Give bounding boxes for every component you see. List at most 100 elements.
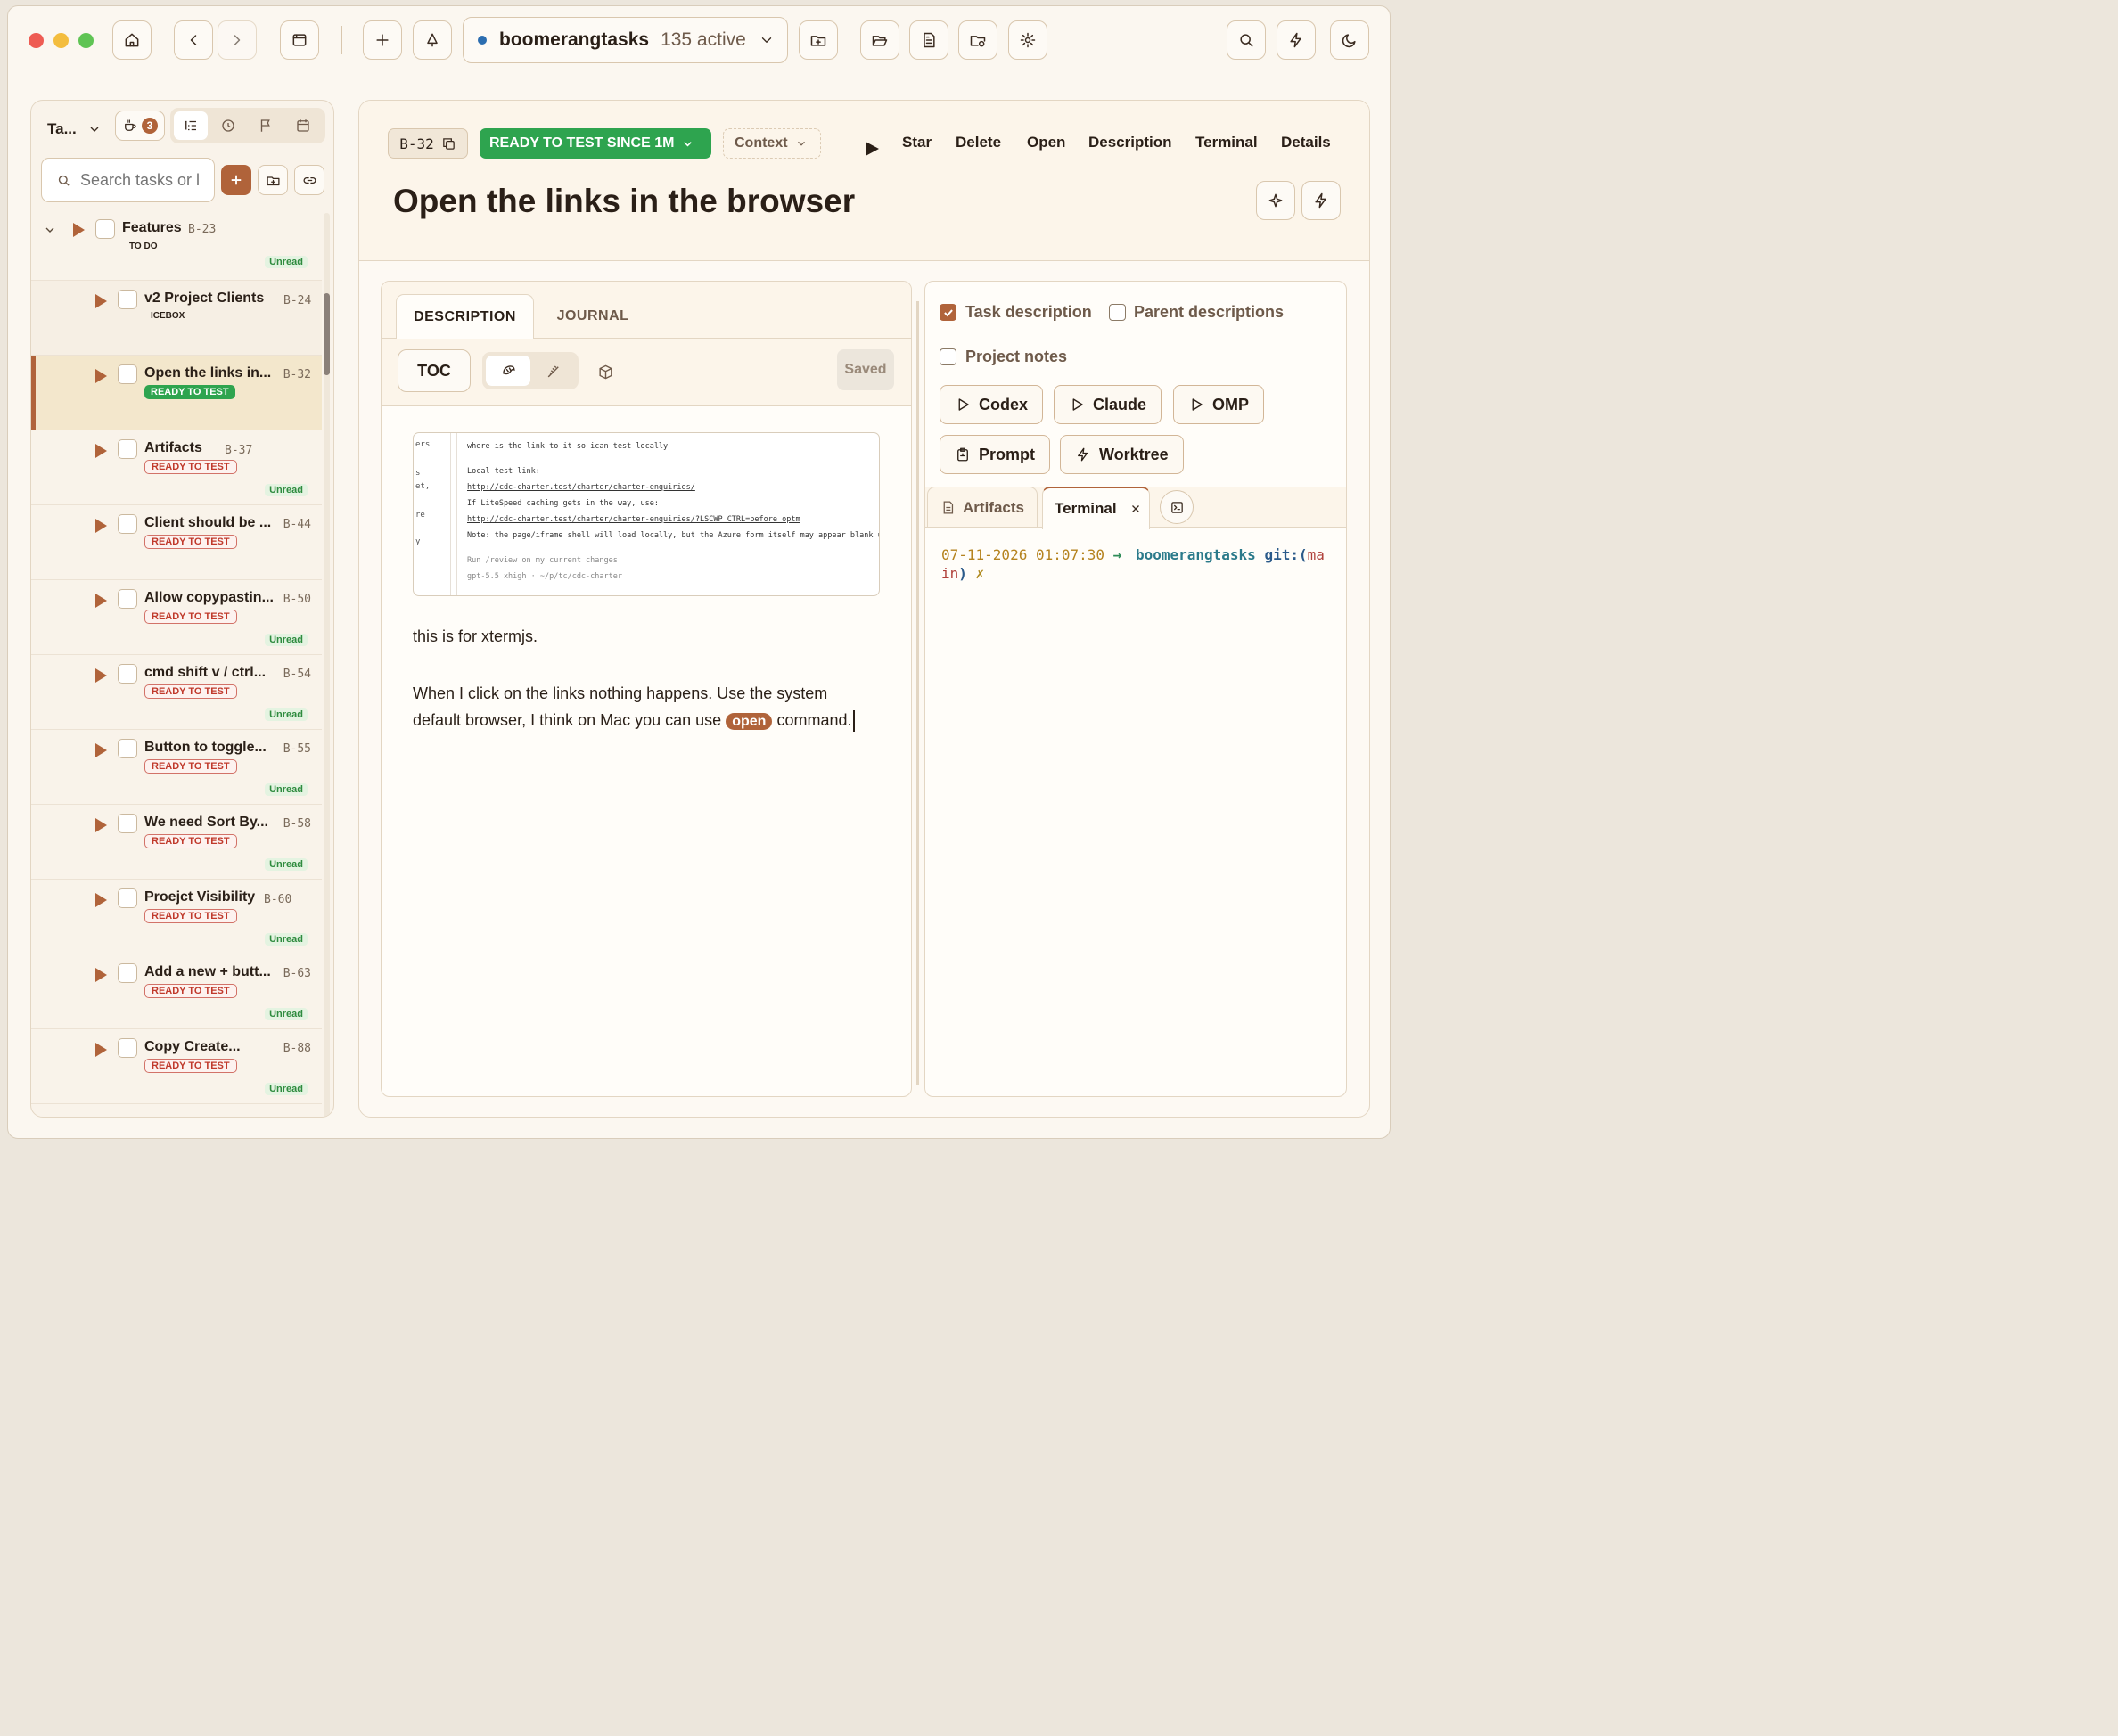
task-row[interactable]: Proejct Visibility B-60 READY TO TEST Un… [31,880,322,954]
tab-artifacts[interactable]: Artifacts [927,487,1038,528]
play-icon[interactable] [95,519,107,533]
panel-resize-handle[interactable] [916,301,919,1085]
tab-terminal[interactable]: Terminal [1042,487,1150,529]
task-checkbox[interactable] [118,364,137,384]
task-checkbox[interactable] [118,1038,137,1058]
minimize-window-button[interactable] [53,33,69,48]
play-icon[interactable] [95,1043,107,1057]
tab-journal[interactable]: JOURNAL [544,294,642,339]
home-button[interactable] [112,20,152,60]
search-input[interactable] [80,170,214,190]
task-checkbox[interactable] [95,219,115,239]
copy-icon[interactable] [441,136,456,151]
calendar-view-tab[interactable] [286,111,320,140]
task-checkbox[interactable] [118,664,137,684]
codex-button[interactable]: Codex [940,385,1044,424]
new-terminal-button[interactable] [1160,490,1194,524]
task-row[interactable]: v2 Project Clients B-24 ICEBOX [31,281,322,356]
play-icon[interactable] [95,369,107,383]
task-checkbox[interactable] [118,514,137,534]
description-paragraph-1[interactable]: this is for xtermjs. [413,627,538,646]
coffee-queue-button[interactable]: 3 [115,111,165,141]
task-checkbox[interactable] [118,888,137,908]
raw-mode-tab[interactable] [532,356,575,386]
status-dropdown[interactable]: READY TO TEST SINCE 1M [480,128,711,159]
toc-button[interactable]: TOC [398,349,471,392]
package-button[interactable] [594,360,617,383]
run-button[interactable] [866,142,879,156]
task-checkbox[interactable] [118,439,137,459]
play-icon[interactable] [95,968,107,982]
task-row[interactable]: Artifacts B-37 READY TO TEST Unread [31,430,322,505]
task-code-chip[interactable]: B-32 [388,128,468,159]
description-paragraph-2[interactable]: When I click on the links nothing happen… [413,680,876,735]
task-row[interactable]: Client should be ... B-44 READY TO TEST [31,505,322,580]
play-icon[interactable] [95,594,107,608]
project-switcher[interactable]: boomerangtasks 135 active [463,17,788,63]
task-row[interactable]: Allow copypastin... B-50 READY TO TEST U… [31,580,322,655]
play-icon[interactable] [95,444,107,458]
rich-mode-tab[interactable] [486,356,530,386]
task-checkbox[interactable] [118,589,137,609]
add-task-button[interactable] [363,20,402,60]
ai-sparkle-button[interactable] [1256,181,1295,220]
view-selector[interactable]: Ta... [47,114,102,144]
prompt-button[interactable]: Prompt [940,435,1050,474]
play-icon[interactable] [95,743,107,757]
terminal-output[interactable]: 07-11-2026 01:07:30 → boomerangtasks git… [941,545,1334,583]
task-checkbox[interactable] [118,290,137,309]
sidebar-scrollbar-thumb[interactable] [324,293,330,375]
sidebar-scrollbar[interactable] [324,213,330,1117]
tree-view-tab[interactable] [174,111,208,140]
document-button[interactable] [909,20,948,60]
details-button[interactable]: Details [1281,134,1331,151]
tab-description[interactable]: DESCRIPTION [396,294,534,340]
new-folder-button[interactable] [799,20,838,60]
search-button[interactable] [1227,20,1266,60]
omp-button[interactable]: OMP [1173,385,1265,424]
chevron-down-icon[interactable] [43,223,57,237]
open-folder-button[interactable] [860,20,899,60]
quick-action-task-button[interactable] [1301,181,1341,220]
close-window-button[interactable] [29,33,44,48]
flag-view-tab[interactable] [249,111,283,140]
browser-window-button[interactable] [280,20,319,60]
history-view-tab[interactable] [211,111,245,140]
context-dropdown[interactable]: Context [723,128,821,159]
task-checkbox[interactable] [118,739,137,758]
task-row[interactable]: cmd shift v / ctrl... B-54 READY TO TEST… [31,655,322,730]
delete-button[interactable]: Delete [956,134,1001,151]
folder-settings-button[interactable] [958,20,997,60]
play-icon[interactable] [73,223,85,237]
terminal-button[interactable]: Terminal [1195,134,1258,151]
tree-button[interactable] [413,20,452,60]
close-icon[interactable] [1129,503,1142,515]
task-checkbox[interactable] [118,814,137,833]
task-row[interactable]: Add a new + butt... B-63 READY TO TEST U… [31,954,322,1029]
add-folder-button[interactable] [258,165,288,195]
worktree-button[interactable]: Worktree [1060,435,1184,474]
task-row[interactable]: Button to toggle... B-55 READY TO TEST U… [31,730,322,805]
play-icon[interactable] [95,294,107,308]
zoom-window-button[interactable] [78,33,94,48]
back-button[interactable] [174,20,213,60]
star-button[interactable]: Star [902,134,932,151]
forward-button[interactable] [218,20,257,60]
project-notes-checkbox[interactable] [940,348,956,365]
link-button[interactable] [294,165,324,195]
description-button[interactable]: Description [1088,134,1172,151]
task-checkbox[interactable] [118,963,137,983]
play-icon[interactable] [95,818,107,832]
parent-descriptions-checkbox[interactable] [1109,304,1126,321]
quick-action-button[interactable] [1277,20,1316,60]
play-icon[interactable] [95,893,107,907]
settings-button[interactable] [1008,20,1047,60]
open-button[interactable]: Open [1027,134,1065,151]
search-field[interactable] [41,158,215,202]
task-row-selected[interactable]: Open the links in... B-32 READY TO TEST [31,356,322,430]
parent-task-row[interactable]: Features B-23 TO DO Unread [31,213,322,281]
claude-button[interactable]: Claude [1054,385,1162,424]
play-icon[interactable] [95,668,107,683]
theme-toggle-button[interactable] [1330,20,1369,60]
add-task-sidebar-button[interactable] [221,165,251,195]
